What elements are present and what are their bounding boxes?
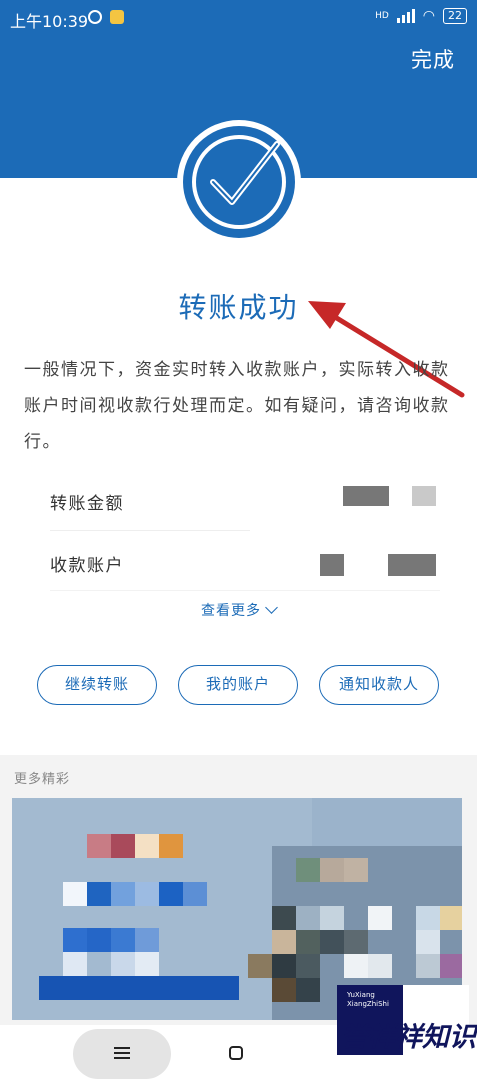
view-more-label: 查看更多 <box>201 603 261 619</box>
notification-icon <box>110 10 124 24</box>
menu-icon <box>114 1047 130 1059</box>
my-account-button[interactable]: 我的账户 <box>178 665 298 705</box>
status-indicators: HD ◠ 22 <box>375 8 467 24</box>
watermark-line2: XiangZhiShi <box>347 1000 389 1008</box>
network-label: HD <box>375 10 389 21</box>
redacted-value <box>343 486 389 506</box>
continue-transfer-button[interactable]: 继续转账 <box>37 665 157 705</box>
divider <box>50 590 440 591</box>
view-more-link[interactable]: 查看更多 <box>0 600 477 620</box>
divider <box>50 530 250 531</box>
notify-payee-button[interactable]: 通知收款人 <box>319 665 439 705</box>
section-title: 更多精彩 <box>14 772 71 787</box>
done-button[interactable]: 完成 <box>411 44 455 74</box>
redacted-value <box>388 554 436 576</box>
redacted-value <box>412 486 436 506</box>
watermark-logo: YuXiang XiangZhiShi 誉祥祥知识 <box>337 985 476 1055</box>
status-bar: 上午10:39 HD ◠ 22 <box>0 0 477 36</box>
redacted-value <box>320 554 344 576</box>
chevron-down-icon <box>265 601 278 614</box>
watermark-text: 誉祥祥知识 <box>341 1022 476 1053</box>
detail-label: 收款账户 <box>50 555 124 576</box>
detail-label: 转账金额 <box>50 493 124 514</box>
result-description: 一般情况下，资金实时转入收款账户，实际转入收款账户时间视收款行处理而定。如有疑问… <box>24 360 450 452</box>
wifi-icon: ◠ <box>422 8 435 24</box>
status-time: 上午10:39 <box>10 12 89 31</box>
alarm-icon <box>88 10 102 24</box>
battery-icon: 22 <box>443 8 467 24</box>
watermark-line1: YuXiang <box>347 991 375 999</box>
detail-row-account: 收款账户 <box>50 535 440 591</box>
signal-icon <box>396 9 415 23</box>
home-button-icon[interactable] <box>229 1046 243 1060</box>
success-check-icon <box>177 120 301 244</box>
